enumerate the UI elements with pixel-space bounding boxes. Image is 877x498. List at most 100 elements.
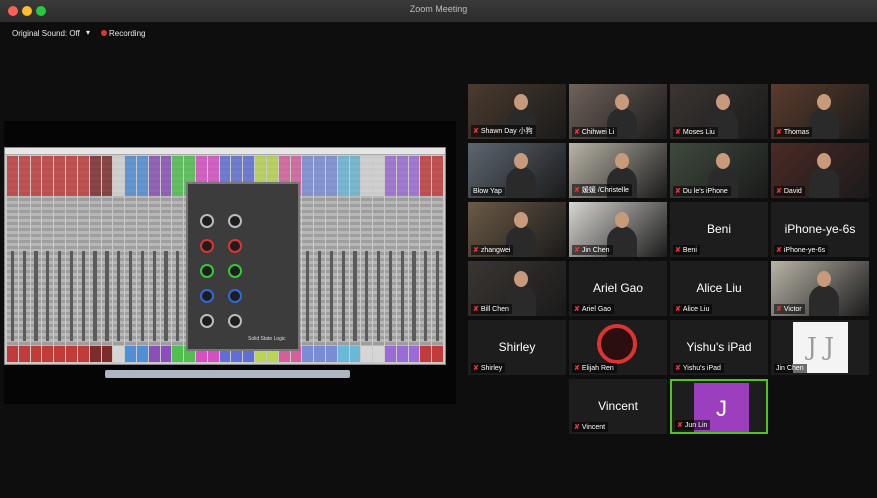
participant-name-label: ✘ Chihwei Li bbox=[572, 127, 618, 137]
chevron-down-icon[interactable]: ▾ bbox=[86, 28, 90, 37]
participant-name-label: ✘ zhangwei bbox=[471, 245, 514, 255]
participant-name-label: Blow Yap bbox=[471, 187, 505, 196]
mixer-channel-strip bbox=[420, 156, 432, 362]
participant-tile[interactable]: ✘ Elijah Ren bbox=[569, 320, 667, 375]
participant-tile[interactable]: ✘ Bill Chen bbox=[468, 261, 566, 316]
eq-plugin-window: Solid State Logic bbox=[186, 182, 300, 351]
participant-name: Shawn Day 小狗 bbox=[480, 128, 533, 135]
mixer-channel-strip bbox=[172, 156, 184, 362]
participant-tile[interactable]: Alice Liu ✘ Alice Liu bbox=[670, 261, 768, 316]
mixer-channel-strip bbox=[30, 156, 42, 362]
participant-tile[interactable]: iPhone-ye-6s ✘ iPhone-ye-6s bbox=[771, 202, 869, 257]
participant-tile[interactable]: ✘ Moses Liu bbox=[670, 84, 768, 139]
participant-tile[interactable]: ✘ Shawn Day 小狗 bbox=[468, 84, 566, 139]
muted-mic-icon: ✘ bbox=[574, 306, 580, 313]
participant-name-label: Jin Chen bbox=[774, 364, 807, 373]
muted-mic-icon: ✘ bbox=[776, 129, 782, 136]
participant-name: David bbox=[783, 188, 802, 195]
participant-name: Blow Yap bbox=[473, 188, 502, 195]
participant-name: Jun Lin bbox=[684, 422, 708, 429]
mixer-channel-strip bbox=[7, 156, 18, 362]
participant-name: Elijah Ren bbox=[581, 365, 614, 372]
participant-display-name: iPhone-ye-6s bbox=[784, 222, 856, 236]
mixer-channel-strip bbox=[361, 156, 373, 362]
meeting-top-bar: Original Sound: Off ▾ Recording bbox=[0, 22, 877, 44]
participant-name-label: ✘ Jun Lin bbox=[675, 420, 711, 430]
mixer-channel-strip bbox=[396, 156, 408, 362]
muted-mic-icon: ✘ bbox=[574, 424, 580, 431]
participant-name: Victor bbox=[783, 306, 802, 313]
participant-display-name: Yishu's iPad bbox=[686, 340, 752, 354]
participant-name-label: ✘ Yishu's iPad bbox=[673, 363, 724, 373]
participant-tile[interactable]: Ariel Gao ✘ Ariel Gao bbox=[569, 261, 667, 316]
participant-name-label: ✘ David bbox=[774, 186, 805, 196]
mixer-menu-bar bbox=[5, 148, 445, 155]
mixer-channel-strip bbox=[432, 156, 444, 362]
participant-tile[interactable]: ✘ Jin Chen bbox=[569, 202, 667, 257]
participant-tile[interactable]: J ✘ Jun Lin bbox=[670, 379, 768, 434]
muted-mic-icon: ✘ bbox=[574, 247, 580, 254]
participant-tile[interactable]: ✘ Victor bbox=[771, 261, 869, 316]
participant-name-label: ✘ Shawn Day 小狗 bbox=[471, 125, 536, 137]
recording-icon bbox=[101, 30, 107, 36]
participant-name: Thomas bbox=[783, 129, 810, 136]
muted-mic-icon: ✘ bbox=[776, 247, 782, 254]
window-title: Zoom Meeting bbox=[409, 4, 468, 14]
participant-tile[interactable]: ✘ Chihwei Li bbox=[569, 84, 667, 139]
mixer-channel-strip bbox=[160, 156, 172, 362]
mixer-channel-strip bbox=[136, 156, 148, 362]
participant-name: 媛媛 /Christelle bbox=[581, 187, 629, 194]
muted-mic-icon: ✘ bbox=[675, 306, 681, 313]
participant-name: Yishu's iPad bbox=[682, 365, 721, 372]
recording-indicator: Recording bbox=[109, 29, 146, 38]
participant-name: Jin Chen bbox=[581, 247, 610, 254]
participant-tile[interactable]: Blow Yap bbox=[468, 143, 566, 198]
participant-name: Bill Chen bbox=[480, 306, 509, 313]
mixer-channel-strip bbox=[125, 156, 136, 362]
mixer-channel-strip bbox=[42, 156, 54, 362]
participant-tile[interactable]: Shirley ✘ Shirley bbox=[468, 320, 566, 375]
participant-gallery: ✘ Shawn Day 小狗 ✘ Chihwei Li ✘ Moses Liu ✘ Thoma… bbox=[468, 84, 870, 436]
original-sound-toggle[interactable]: Original Sound: Off bbox=[12, 29, 80, 38]
participant-tile[interactable]: ✘ David bbox=[771, 143, 869, 198]
participant-tile[interactable]: ✘ 媛媛 /Christelle bbox=[569, 143, 667, 198]
participant-name: Beni bbox=[682, 247, 697, 254]
mixer-channel-strip bbox=[89, 156, 101, 362]
muted-mic-icon: ✘ bbox=[574, 365, 580, 372]
muted-mic-icon: ✘ bbox=[675, 247, 681, 254]
participant-name-label: ✘ Moses Liu bbox=[673, 127, 718, 137]
participant-tile[interactable]: ✘ zhangwei bbox=[468, 202, 566, 257]
participant-name-label: ✘ iPhone-ye-6s bbox=[774, 245, 829, 255]
mixer-channel-strip bbox=[77, 156, 89, 362]
plugin-brand-label: Solid State Logic bbox=[248, 336, 286, 342]
participant-name-label: ✘ 媛媛 /Christelle bbox=[572, 184, 632, 196]
participant-name: iPhone-ye-6s bbox=[783, 247, 826, 254]
muted-mic-icon: ✘ bbox=[574, 187, 580, 194]
participant-tile[interactable]: ✘ Du le's iPhone bbox=[670, 143, 768, 198]
participant-name: Vincent bbox=[581, 424, 606, 431]
muted-mic-icon: ✘ bbox=[473, 128, 479, 135]
participant-name-label: ✘ Ariel Gao bbox=[572, 304, 615, 314]
mixer-channel-strip bbox=[325, 156, 337, 362]
mixer-channel-strip bbox=[66, 156, 77, 362]
mixer-channel-strip bbox=[337, 156, 349, 362]
participant-name: Ariel Gao bbox=[581, 306, 612, 313]
muted-mic-icon: ✘ bbox=[677, 422, 683, 429]
participant-display-name: Beni bbox=[706, 222, 732, 236]
participant-name-label: ✘ Jin Chen bbox=[572, 245, 613, 255]
participant-tile[interactable]: ✘ Thomas bbox=[771, 84, 869, 139]
participant-tile[interactable]: Yishu's iPad ✘ Yishu's iPad bbox=[670, 320, 768, 375]
participant-name: Shirley bbox=[480, 365, 503, 372]
participant-tile[interactable]: Beni ✘ Beni bbox=[670, 202, 768, 257]
participant-name: Alice Liu bbox=[682, 306, 710, 313]
participant-tile[interactable]: Vincent ✘ Vincent bbox=[569, 379, 667, 434]
mixer-channel-strip bbox=[302, 156, 314, 362]
mixer-channel-strip bbox=[113, 156, 125, 362]
participant-name-label: ✘ Thomas bbox=[774, 127, 813, 137]
mixer-channel-strip bbox=[148, 156, 160, 362]
no-mic-icon bbox=[597, 324, 637, 364]
mixer-channel-strip bbox=[18, 156, 30, 362]
participant-display-name: Shirley bbox=[498, 340, 536, 354]
participant-tile[interactable]: J J Jin Chen bbox=[771, 320, 869, 375]
muted-mic-icon: ✘ bbox=[776, 188, 782, 195]
